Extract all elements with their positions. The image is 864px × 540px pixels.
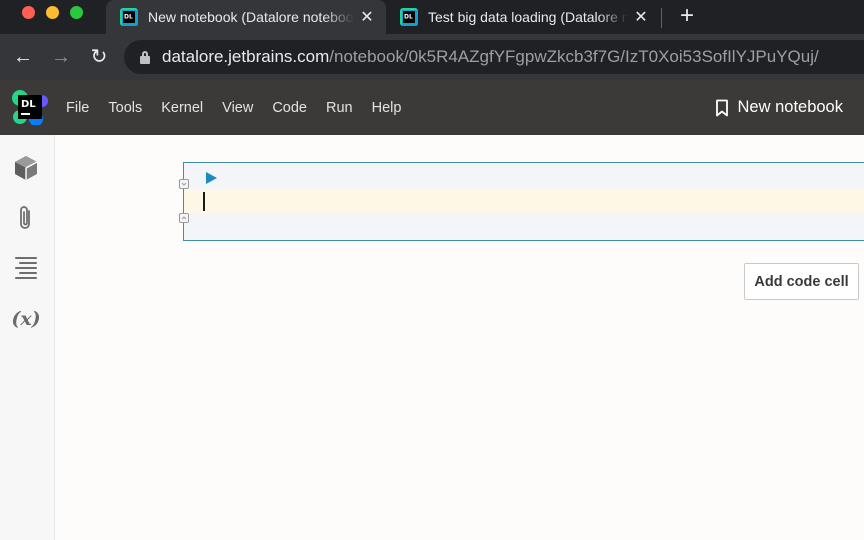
main-menu: File Tools Kernel View Code Run Help [56, 80, 410, 135]
logo-text: DL [21, 99, 36, 110]
datalore-logo-icon[interactable]: DL [12, 89, 48, 125]
notebook-title: New notebook [737, 98, 844, 116]
datalore-favicon-icon: DL [120, 8, 138, 26]
fold-end-icon[interactable] [179, 213, 189, 223]
code-cell[interactable] [179, 162, 864, 241]
window-zoom-button[interactable] [70, 6, 83, 19]
menu-help[interactable]: Help [362, 100, 411, 116]
notebook-title-button[interactable]: New notebook [715, 80, 844, 135]
tab-title: Test big data loading (Datalore notebook… [428, 9, 628, 25]
left-sidebar: (x) [0, 135, 55, 540]
tab-close-icon[interactable]: ✕ [354, 7, 380, 27]
run-cell-icon[interactable] [204, 171, 218, 185]
window-close-button[interactable] [22, 6, 35, 19]
menu-run[interactable]: Run [316, 100, 362, 116]
variables-icon[interactable]: (x) [10, 303, 42, 335]
datalore-favicon-icon: DL [400, 8, 418, 26]
app-menu-bar: DL File Tools Kernel View Code Run Help … [0, 80, 864, 135]
browser-tab-test-big-data[interactable]: DL Test big data loading (Datalore noteb… [386, 0, 660, 34]
menu-tools[interactable]: Tools [98, 100, 151, 116]
fold-collapse-icon[interactable] [179, 179, 189, 189]
new-tab-button[interactable]: + [676, 3, 698, 29]
menu-code[interactable]: Code [262, 100, 316, 116]
bookmark-icon [715, 99, 728, 116]
tab-title: New notebook (Datalore notebook) [148, 9, 354, 25]
svg-text:DL: DL [124, 14, 133, 21]
cube-icon[interactable] [10, 152, 42, 184]
tab-close-icon[interactable]: ✕ [628, 7, 654, 27]
address-bar[interactable]: datalore.jetbrains.com/notebook/0k5R4AZg… [124, 40, 864, 74]
window-minimize-button[interactable] [46, 6, 59, 19]
add-code-cell-button[interactable]: Add code cell [744, 263, 859, 300]
paperclip-icon[interactable] [10, 202, 42, 234]
outline-list-icon[interactable] [10, 252, 42, 284]
lock-icon[interactable] [140, 50, 150, 64]
menu-view[interactable]: View [212, 100, 262, 116]
url-host: datalore.jetbrains.com [162, 47, 330, 66]
browser-tab-new-notebook[interactable]: DL New notebook (Datalore notebook) ✕ [106, 0, 386, 34]
reload-icon[interactable]: ↻ [86, 44, 112, 70]
browser-toolbar: ← → ↻ datalore.jetbrains.com/notebook/0k… [0, 34, 864, 80]
forward-arrow-icon[interactable]: → [48, 44, 74, 70]
url-path: /notebook/0k5R4AZgfYFgpwZkcb3f7G/IzT0Xoi… [329, 47, 819, 66]
text-cursor [203, 192, 205, 211]
tab-separator [661, 8, 662, 28]
code-editor-line[interactable] [184, 189, 864, 213]
menu-kernel[interactable]: Kernel [151, 100, 212, 116]
menu-file[interactable]: File [56, 100, 98, 116]
back-arrow-icon[interactable]: ← [10, 44, 36, 70]
browser-tab-strip: DL New notebook (Datalore notebook) ✕ DL… [0, 0, 864, 34]
svg-text:DL: DL [404, 14, 413, 21]
